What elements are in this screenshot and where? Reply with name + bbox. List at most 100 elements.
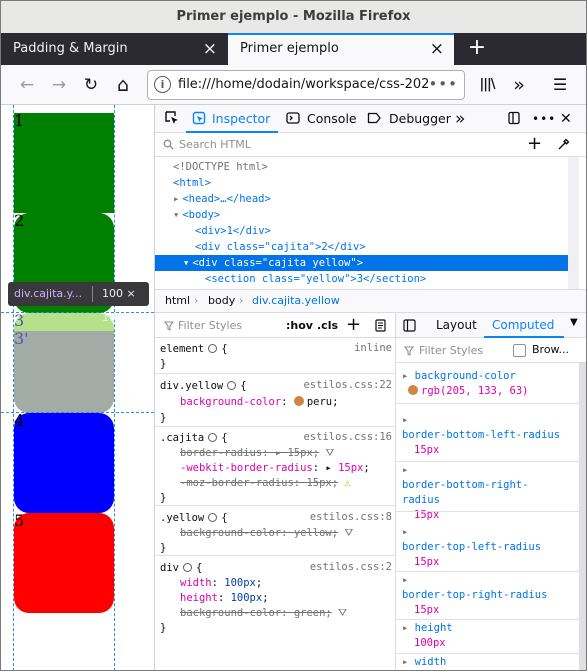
chevron-down-icon[interactable]: ▼ (570, 317, 578, 328)
css-declaration[interactable]: background-color: peru; (180, 395, 338, 410)
computed-property[interactable]: ▸ border-bottom-right-radius 15px (402, 463, 562, 523)
filter-icon[interactable]: ⛛ (344, 527, 353, 539)
computed-property[interactable]: ▸ border-top-left-radius 15px (402, 525, 572, 570)
box-label: 3 (14, 311, 25, 330)
tab-computed[interactable]: Computed (484, 313, 564, 338)
close-tab-icon[interactable]: × (430, 35, 444, 63)
rule-selector[interactable]: .cajita (160, 432, 204, 444)
browser-styles-checkbox[interactable] (513, 344, 526, 357)
tab-debugger[interactable]: Debugger (389, 105, 451, 133)
page-actions-icon[interactable]: ••• (428, 71, 458, 97)
add-rule-button[interactable]: + (346, 313, 361, 337)
box-label: 5 (14, 511, 25, 530)
markup-node[interactable]: <div class="cajita">2</div> (155, 239, 568, 255)
url-text[interactable]: file:///home/dodain/workspace/css-2020/( (178, 71, 428, 99)
rule-selector[interactable]: div.yellow (160, 380, 223, 392)
markup-node-selected[interactable]: ▾ <div class="cajita yellow"> (155, 255, 568, 271)
tab-inspector[interactable]: Inspector (186, 105, 278, 133)
computed-property[interactable]: ▸ border-bottom-left-radius 15px (402, 413, 562, 458)
eyedropper-icon[interactable] (557, 138, 570, 151)
gear-icon[interactable] (208, 513, 218, 522)
url-bar[interactable]: i file:///home/dodain/workspace/css-2020… (147, 70, 465, 100)
color-swatch-icon[interactable] (293, 396, 304, 406)
markup-node[interactable]: <section class="yellow">3</section> (155, 271, 568, 287)
filter-styles-input[interactable]: Filter Styles (178, 319, 242, 332)
close-tab-icon[interactable]: × (203, 33, 217, 65)
tab-console[interactable]: Console (307, 105, 357, 133)
rule-selector[interactable]: element (160, 343, 204, 355)
warning-icon[interactable]: ⚠ (344, 477, 350, 489)
rule-source[interactable]: estilos.css:2 (310, 561, 392, 573)
gear-icon[interactable] (208, 433, 218, 442)
computed-property[interactable]: ▸ border-top-right-radius 15px (402, 573, 572, 618)
library-icon[interactable]: |||\ (473, 71, 501, 99)
rules-view: Filter Styles :hov .cls + element{ inlin… (155, 313, 396, 670)
rule-source[interactable]: estilos.css:8 (310, 511, 392, 523)
breadcrumb-selected[interactable]: div.cajita.yellow (252, 290, 340, 312)
computed-property[interactable]: ▸ height 100px (402, 621, 572, 651)
css-declaration[interactable]: height: 100px; (180, 591, 269, 606)
css-declaration-invalid[interactable]: -moz-border-radius: 15px; ⚠ (180, 476, 351, 491)
css-declaration[interactable]: width: 100px; (180, 576, 262, 591)
box-3-prime: 3' (14, 331, 114, 413)
add-node-button[interactable]: + (527, 133, 542, 155)
rules-toolbar: Filter Styles :hov .cls + (155, 313, 396, 338)
breadcrumb-separator-icon: › (239, 294, 244, 307)
markup-node[interactable]: <!DOCTYPE html> (155, 159, 568, 175)
markup-node[interactable]: <div>1</div> (155, 223, 568, 239)
gear-icon[interactable] (208, 344, 218, 353)
markup-scrollbar[interactable] (568, 157, 579, 289)
filter-icon[interactable]: ⛛ (325, 447, 334, 459)
css-declaration[interactable]: -webkit-border-radius: ▸ 15px; (180, 461, 370, 476)
devtools-panel: Inspector Console Debugger » ••• ✕ Searc… (154, 105, 586, 670)
computed-property[interactable]: ▸ background-color rgb(205, 133, 63) (402, 369, 572, 399)
page-content: 1 2 3 3' 4 5 div.cajita.y... 100 × 100 (1, 105, 154, 670)
dock-options-icon[interactable] (507, 111, 521, 125)
css-declaration-overridden[interactable]: border-radius: ▸ 15px; ⛛ (180, 446, 334, 461)
hover-states-button[interactable]: :hov (286, 319, 313, 332)
toggle-sidebar-icon[interactable] (403, 319, 416, 332)
computed-property[interactable]: ▸ width (402, 655, 572, 670)
search-html-input[interactable]: Search HTML (179, 138, 251, 151)
breadcrumb-html[interactable]: html (165, 290, 190, 312)
computed-filter-row: Filter Styles Brow... (396, 338, 586, 363)
tab-layout[interactable]: Layout (436, 318, 477, 332)
hamburger-menu-icon[interactable]: ☰ (546, 71, 574, 99)
filter-icon (164, 321, 174, 331)
breadcrumb-body[interactable]: body (208, 290, 235, 312)
element-picker-icon[interactable] (165, 111, 179, 125)
rule-selector[interactable]: .yellow (160, 512, 204, 524)
tab-label: Inspector (212, 111, 271, 126)
filter-icon (404, 346, 414, 356)
computed-panel: Layout Computed ▼ Filter Styles Brow... … (396, 313, 586, 670)
computed-filter-input[interactable]: Filter Styles (419, 344, 483, 357)
highlighter-guide (1, 412, 154, 413)
gear-icon[interactable] (182, 563, 192, 572)
tab-primer-ejemplo[interactable]: Primer ejemplo × (228, 33, 454, 65)
classes-button[interactable]: .cls (317, 319, 338, 332)
rule-source[interactable]: estilos.css:16 (303, 431, 392, 443)
back-icon[interactable]: ← (13, 71, 41, 99)
close-devtools-icon[interactable]: ✕ (560, 105, 572, 133)
tab-padding-margin[interactable]: Padding & Margin × (1, 33, 227, 65)
gear-icon[interactable] (227, 381, 237, 390)
markup-node[interactable]: ▾ <body> (155, 207, 568, 223)
computed-scrollbar[interactable] (579, 363, 586, 670)
markup-node[interactable]: ▸ <head>…</head> (155, 191, 568, 207)
css-declaration-overridden[interactable]: background-color: green; ⛛ (180, 606, 347, 621)
info-icon[interactable]: i (154, 76, 171, 93)
markup-node[interactable]: <html> (155, 175, 568, 191)
new-tab-button[interactable]: + (463, 33, 491, 65)
devtools-menu-icon[interactable]: ••• (532, 105, 556, 133)
css-declaration-overridden[interactable]: background-color: yellow; ⛛ (180, 526, 353, 541)
reload-icon[interactable]: ↻ (77, 71, 105, 99)
forward-icon[interactable]: → (45, 71, 73, 99)
more-tabs-icon[interactable]: » (455, 105, 465, 133)
home-icon[interactable]: ⌂ (109, 71, 137, 99)
tooltip-selector: div.cajita.y... (14, 287, 83, 300)
print-media-icon[interactable] (375, 319, 386, 332)
overflow-menu-icon[interactable]: » (505, 71, 533, 99)
rule-selector[interactable]: div (160, 562, 179, 574)
filter-icon[interactable]: ⛛ (338, 607, 347, 619)
rule-source[interactable]: estilos.css:22 (303, 379, 392, 391)
